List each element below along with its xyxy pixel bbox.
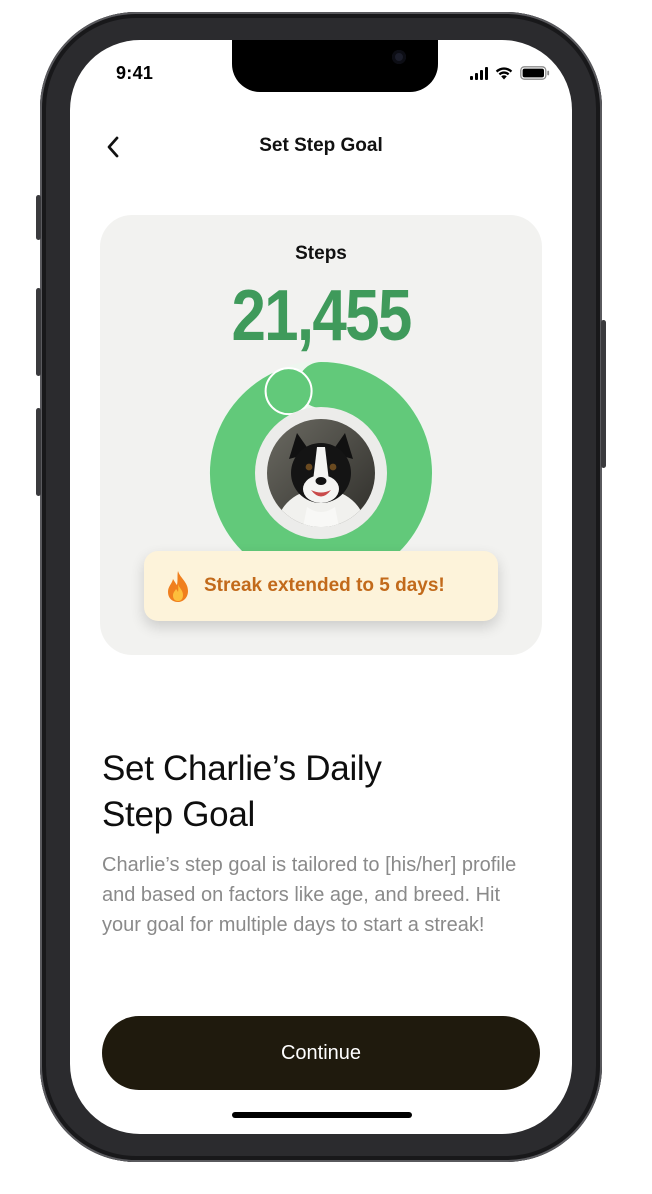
wifi-icon (495, 67, 513, 80)
streak-text: Streak extended to 5 days! (204, 575, 445, 596)
goal-heading-line1: Set Charlie’s Daily (102, 749, 382, 788)
dog-photo (267, 419, 375, 527)
avatar-holder (255, 407, 387, 539)
goal-heading-line2: Step Goal (102, 795, 255, 834)
cellular-signal-icon (470, 66, 488, 80)
volume-down-button (36, 408, 41, 496)
streak-toast: Streak extended to 5 days! (144, 551, 498, 621)
status-icons (470, 66, 550, 80)
avatar (267, 419, 375, 527)
status-time: 9:41 (116, 63, 154, 83)
power-button (601, 320, 606, 468)
volume-up-button (36, 288, 41, 376)
page-title: Set Step Goal (259, 135, 383, 156)
steps-label: Steps (295, 243, 347, 264)
screen: 9:41 Set Step Goal Steps 21,455 Streak e… (70, 40, 572, 1134)
notch (232, 40, 438, 92)
silent-switch (36, 195, 41, 240)
steps-value: 21,455 (231, 276, 412, 356)
steps-card: Steps 21,455 Streak extended to 5 days! (100, 215, 542, 655)
goal-description: Charlie’s step goal is tailored to [his/… (102, 854, 517, 936)
progress-ring-cap (264, 367, 313, 416)
continue-button[interactable]: Continue (102, 1016, 540, 1090)
home-indicator (232, 1112, 412, 1118)
flame-icon (168, 571, 188, 602)
camera-icon (392, 50, 406, 64)
battery-icon (520, 66, 550, 80)
goal-heading: Set Charlie’s Daily Step Goal (102, 746, 522, 838)
